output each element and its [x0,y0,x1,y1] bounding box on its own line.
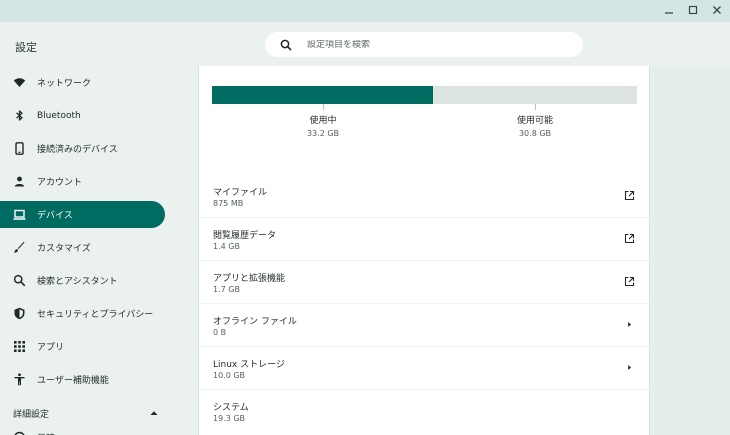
accessibility-icon [13,373,26,386]
page-title: 設定 [15,41,37,54]
minimize-icon[interactable] [662,3,676,17]
sidebar-item-search-assistant[interactable]: 検索とアシスタント [0,267,165,294]
storage-row-linux-storage[interactable]: Linux ストレージ 10.0 GB [199,347,651,390]
storage-panel: 使用中 33.2 GB 使用可能 30.8 GB マイファイル 875 MB 閲… [198,66,651,435]
sidebar-item-label: ユーザー補助機能 [37,376,109,386]
row-size: 1.7 GB [213,285,240,294]
sidebar-item-label: アプリ [37,343,65,353]
available-label: 使用可能 [516,116,553,126]
available-value: 30.8 GB [518,129,552,138]
sidebar-item-connected-devices[interactable]: 接続済みのデバイス [0,135,165,162]
laptop-icon [13,208,26,221]
search-box[interactable] [265,32,583,57]
row-name: オフライン ファイル [213,317,297,327]
search-icon [280,39,292,51]
chevron-right-icon[interactable] [624,362,635,373]
sidebar-item-device[interactable]: デバイス [0,201,165,228]
sidebar-item-label: アカウント [37,178,83,188]
row-size: 0 B [213,328,227,337]
sidebar-item-network[interactable]: ネットワーク [0,69,165,96]
search-icon [13,274,26,287]
row-name: アプリと拡張機能 [213,274,286,284]
clock-icon [13,431,26,435]
external-link-icon[interactable] [624,276,635,287]
title-bar [0,0,730,22]
storage-row-system: システム 19.3 GB [199,390,651,433]
sidebar-item-date-time[interactable]: 日時 [0,424,165,435]
app-header: 設定 [0,22,730,66]
advanced-settings-toggle[interactable]: 詳細設定 [13,407,158,420]
in-use-value: 33.2 GB [306,129,340,138]
wifi-icon [13,76,26,89]
person-icon [13,175,26,188]
in-use-label: 使用中 [309,116,337,126]
sidebar-item-security-privacy[interactable]: セキュリティとプライバシー [0,300,165,327]
row-name: マイファイル [213,188,268,198]
available-marker [535,104,536,110]
storage-row-browsing-data[interactable]: 閲覧履歴データ 1.4 GB [199,218,651,261]
storage-row-offline-files[interactable]: オフライン ファイル 0 B [199,304,651,347]
chevron-right-icon[interactable] [624,319,635,330]
sidebar-item-label: ネットワーク [37,79,92,89]
available-stat: 使用可能 30.8 GB [495,113,575,138]
chevron-up-icon [150,409,158,419]
window-controls [662,3,724,17]
search-input[interactable] [307,39,547,50]
brush-icon [13,241,26,254]
row-size: 875 MB [213,199,244,208]
sidebar-item-label: 日時 [37,431,55,435]
phone-icon [13,142,26,155]
close-icon[interactable] [710,3,724,17]
sidebar-item-accessibility[interactable]: ユーザー補助機能 [0,366,165,393]
sidebar-item-label: 検索とアシスタント [37,277,118,287]
sidebar-item-apps[interactable]: アプリ [0,333,165,360]
row-name: Linux ストレージ [213,360,285,370]
storage-usage-bar [212,86,637,104]
maximize-icon[interactable] [686,3,700,17]
storage-row-apps-extensions[interactable]: アプリと拡張機能 1.7 GB [199,261,651,304]
external-link-icon[interactable] [624,190,635,201]
in-use-stat: 使用中 33.2 GB [283,113,363,138]
sidebar: ネットワーク Bluetooth 接続済みのデバイス アカウント デバイス カス… [0,66,198,435]
apps-grid-icon [13,340,26,353]
bluetooth-icon [13,109,26,122]
sidebar-item-label: カスタマイズ [37,244,91,254]
row-size: 19.3 GB [213,414,246,423]
row-size: 10.0 GB [213,371,246,380]
shield-icon [13,307,26,320]
sidebar-item-label: セキュリティとプライバシー [37,310,154,320]
sidebar-item-accounts[interactable]: アカウント [0,168,165,195]
sidebar-item-personalization[interactable]: カスタマイズ [0,234,165,261]
sidebar-item-label: Bluetooth [37,110,81,121]
sidebar-item-label: 接続済みのデバイス [37,145,118,155]
row-size: 1.4 GB [213,242,240,251]
row-name: システム [213,403,249,413]
storage-usage-fill [212,86,433,104]
external-link-icon[interactable] [624,233,635,244]
sidebar-item-bluetooth[interactable]: Bluetooth [0,102,165,129]
advanced-settings-label: 詳細設定 [13,410,50,420]
in-use-marker [323,104,324,110]
storage-row-my-files[interactable]: マイファイル 875 MB [199,175,651,218]
row-name: 閲覧履歴データ [213,231,277,241]
sidebar-item-label: デバイス [37,211,73,221]
